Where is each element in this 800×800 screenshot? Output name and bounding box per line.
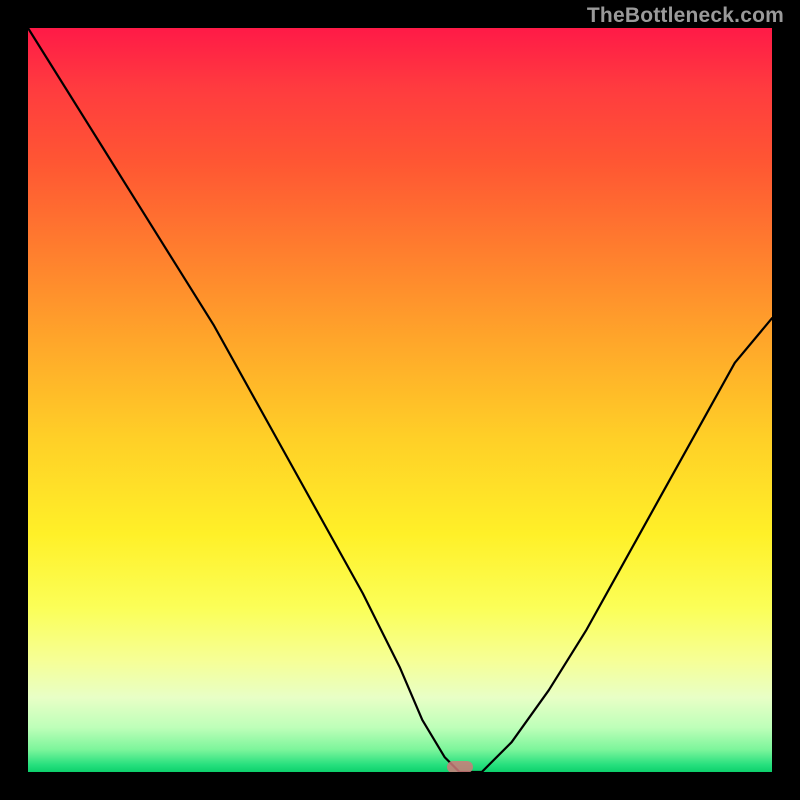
watermark-label: TheBottleneck.com [587,4,784,28]
plot-area [28,28,772,772]
chart-frame: TheBottleneck.com [0,0,800,800]
optimal-marker [447,761,473,772]
bottleneck-curve [28,28,772,772]
